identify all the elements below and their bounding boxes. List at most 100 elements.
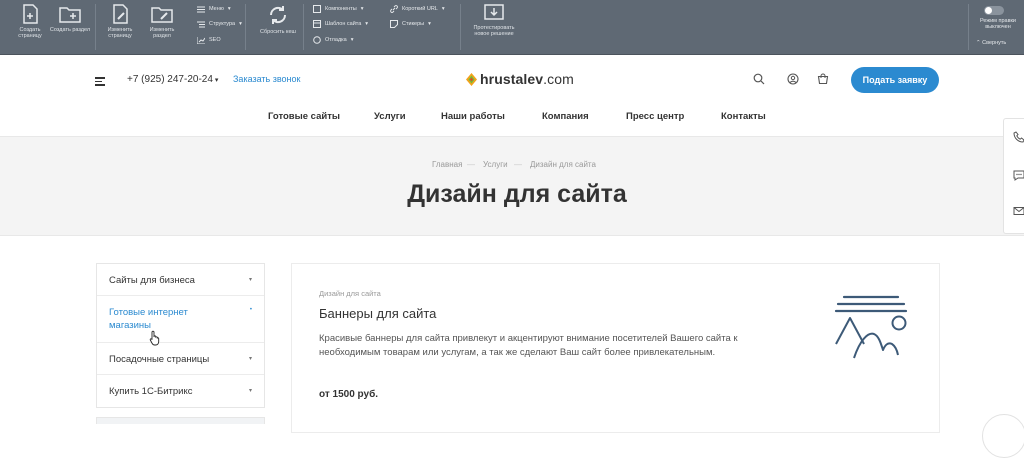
debug-icon (313, 36, 321, 44)
short-url-label: Короткий URL (402, 6, 438, 12)
reset-cache-button[interactable]: Сбросить кеш (256, 3, 300, 51)
chevron-down-icon: ▾ (248, 388, 252, 394)
callback-link[interactable]: Заказать звонок (233, 74, 300, 84)
site-template-button[interactable]: Шаблон сайта ▾ (313, 19, 368, 29)
nav-item-press[interactable]: Пресс центр (626, 111, 684, 122)
components-button[interactable]: Компоненты ▾ (313, 4, 363, 14)
card-category: Дизайн для сайта (319, 289, 381, 298)
edit-folder-icon (151, 7, 173, 23)
test-solution-button[interactable]: Протестировать новое решение (467, 3, 521, 51)
breadcrumb-separator: — (514, 160, 522, 169)
menu-label: Меню (209, 6, 224, 12)
edit-mode-toggle[interactable] (984, 6, 1004, 15)
create-page-button[interactable]: Создать страницу (8, 3, 52, 51)
create-section-button[interactable]: Создать раздел (48, 3, 92, 51)
edit-mode-label: Режим правки выключен (980, 18, 1016, 30)
structure-label: Структура (209, 21, 236, 27)
seo-chart-icon (197, 36, 205, 44)
dropdown-caret: ▾ (227, 6, 231, 12)
site-template-label: Шаблон сайта (325, 21, 362, 27)
logo-text-bold: hrustalev (480, 71, 544, 87)
stickers-label: Стикеры (402, 21, 425, 27)
admin-divider (95, 4, 96, 50)
sidebar-item-business-sites[interactable]: Сайты для бизнеса ▾ (97, 264, 264, 296)
edit-page-button[interactable]: Изменить страницу (98, 3, 142, 51)
create-page-label: Создать страницу (18, 27, 42, 39)
collapse-icon: ⌃ (976, 40, 981, 46)
chevron-down-icon: ▾ (248, 356, 252, 362)
main-nav: Готовые сайты Услуги Наши работы Компани… (0, 111, 1024, 123)
menu-button[interactable]: Меню ▾ (197, 4, 231, 14)
phone-icon[interactable] (1013, 131, 1024, 143)
chevron-down-icon: ▾ (214, 77, 219, 84)
sidebar-item-label: Купить 1С-Битрикс (109, 386, 193, 397)
sidebar-item-label: Посадочные страницы (109, 354, 210, 365)
sidebar-item-label: Готовые интернет магазины (109, 307, 188, 331)
admin-divider (245, 4, 246, 50)
breadcrumb-services[interactable]: Услуги (483, 160, 508, 169)
nav-item-contacts[interactable]: Контакты (721, 111, 766, 122)
admin-panel: Создать страницу Создать раздел Изменить… (0, 0, 1024, 55)
sidebar-next-block (96, 417, 265, 424)
edit-page-icon (113, 4, 128, 24)
nav-item-company[interactable]: Компания (542, 111, 589, 122)
admin-divider (460, 4, 461, 50)
download-solution-icon (484, 4, 504, 20)
sidebar-item-online-stores[interactable]: Готовые интернет магазины • (97, 296, 264, 343)
sidebar-menu: Сайты для бизнеса ▾ Готовые интернет маг… (96, 263, 265, 408)
link-icon (390, 5, 398, 13)
dropdown-caret: ▾ (428, 21, 431, 27)
reset-cache-label: Сбросить кеш (260, 29, 296, 35)
breadcrumb-home[interactable]: Главная (432, 160, 462, 169)
dropdown-caret: ▾ (239, 21, 242, 27)
phone-dropdown[interactable]: +7 (925) 247-20-24 ▾ (127, 74, 218, 85)
dropdown-caret: ▾ (365, 21, 369, 27)
logo-text-domain: .com (543, 71, 574, 87)
test-solution-label: Протестировать новое решение (473, 25, 515, 37)
nav-item-works[interactable]: Наши работы (441, 111, 505, 122)
logo-mark-icon (466, 72, 477, 86)
edit-section-label: Изменить раздел (149, 27, 175, 39)
short-url-button[interactable]: Короткий URL ▾ (390, 4, 445, 14)
template-icon (313, 20, 321, 28)
menu-icon[interactable] (95, 77, 105, 86)
nav-item-services[interactable]: Услуги (374, 111, 406, 122)
phone-number: +7 (925) 247-20-24 (127, 74, 213, 85)
refresh-icon (269, 6, 287, 24)
admin-divider (303, 4, 304, 50)
service-card[interactable]: Дизайн для сайта Баннеры для сайта Краси… (291, 263, 940, 433)
user-icon[interactable] (787, 73, 799, 85)
site-logo[interactable]: hrustalev.com (466, 71, 574, 87)
card-title[interactable]: Баннеры для сайта (319, 306, 436, 321)
nav-item-ready-sites[interactable]: Готовые сайты (268, 111, 340, 122)
create-section-label: Создать раздел (49, 27, 91, 33)
page-title: Дизайн для сайта (407, 180, 627, 208)
collapse-button[interactable]: ⌃ Свернуть (976, 40, 1006, 46)
new-folder-icon (59, 7, 81, 23)
collapse-label: Свернуть (982, 40, 1007, 46)
edit-page-label: Изменить страницу (107, 27, 133, 39)
image-landscape-icon (834, 295, 908, 359)
sidebar-item-landing-pages[interactable]: Посадочные страницы ▾ (97, 343, 264, 375)
sidebar-item-bitrix[interactable]: Купить 1С-Битрикс ▾ (97, 375, 264, 407)
seo-button[interactable]: SEO (197, 35, 221, 45)
debug-button[interactable]: Отладка ▾ (313, 35, 354, 45)
breadcrumb-current: Дизайн для сайта (530, 160, 596, 169)
card-price: от 1500 руб. (319, 389, 379, 400)
submit-request-button[interactable]: Подать заявку (851, 67, 939, 93)
hand-cursor-icon (149, 330, 160, 346)
mail-icon[interactable] (1013, 205, 1024, 217)
chevron-down-icon: ▾ (248, 277, 252, 283)
search-icon[interactable] (753, 73, 765, 85)
stickers-button[interactable]: Стикеры ▾ (390, 19, 431, 29)
dropdown-caret: ▾ (360, 6, 364, 12)
structure-button[interactable]: Структура ▾ (197, 19, 242, 29)
breadcrumb-separator: — (467, 160, 475, 169)
new-page-icon (23, 4, 38, 24)
structure-icon (197, 21, 205, 27)
chat-icon[interactable] (1013, 169, 1024, 181)
edit-section-button[interactable]: Изменить раздел (140, 3, 184, 51)
cart-icon[interactable] (817, 73, 829, 85)
scroll-to-top-button[interactable] (982, 414, 1024, 458)
admin-mode-area: Режим правки выключен ⌃ Свернуть (968, 0, 1024, 55)
